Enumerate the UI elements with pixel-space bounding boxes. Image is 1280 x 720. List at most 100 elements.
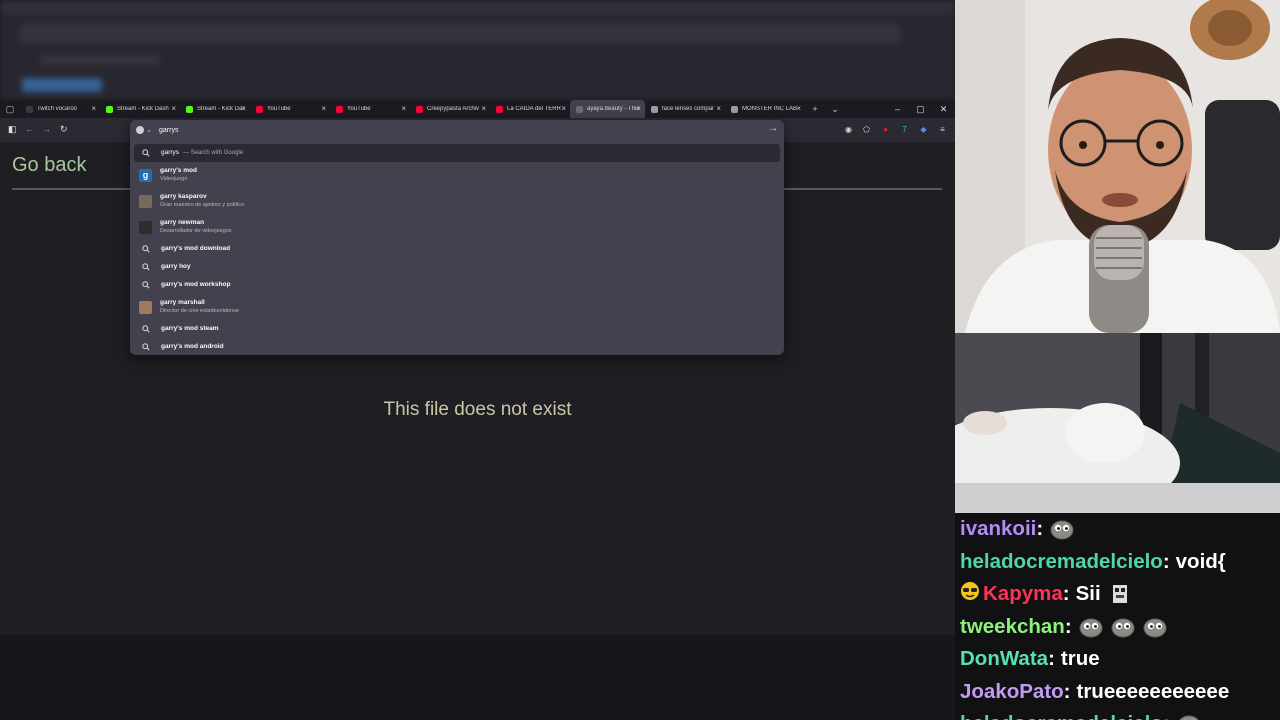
stream-chat: ivankoii: heladocremadelcielo: void{ Kapyma… <box>955 513 1280 720</box>
suggestion-thumbnail <box>139 300 152 314</box>
new-tab-button[interactable]: + <box>805 104 825 114</box>
close-window-button[interactable]: ✕ <box>932 100 955 118</box>
suggestion-item[interactable]: garry's mod workshop <box>134 276 780 294</box>
suggestion-text: garry marshall <box>160 299 205 306</box>
tab-favicon-icon <box>186 105 193 113</box>
chat-username[interactable]: ivankoii <box>960 517 1036 541</box>
puzzle-extension-icon[interactable]: ◆ <box>918 124 929 135</box>
browser-tab[interactable]: face lenses compar × <box>645 100 725 118</box>
suggestion-hint: — Search with Google <box>183 150 244 156</box>
suggestion-item[interactable]: garry newman Desarrollador de videojuegos <box>134 214 780 240</box>
suggestion-item[interactable]: garrys — Search with Google <box>134 144 780 162</box>
search-icon <box>140 147 152 159</box>
suggestion-item[interactable]: g garry's mod Videojuego <box>134 162 780 188</box>
browser-tab[interactable]: YouTube × <box>330 100 410 118</box>
translate-extension-icon[interactable]: 7 <box>899 124 910 135</box>
search-engine-selector[interactable]: ⌄ <box>136 125 154 135</box>
browser-tab[interactable]: La CAÍDA del TERR × <box>490 100 570 118</box>
pixel-emote-icon <box>1107 583 1133 605</box>
tab-title: La CAÍDA del TERR <box>507 106 561 112</box>
browser-tab[interactable]: ayaya.beauty - This × <box>570 100 645 118</box>
browser-tab[interactable]: Twitch vocaroo × <box>20 100 100 118</box>
suggestion-text: garry hoy <box>161 263 191 270</box>
tab-close-icon[interactable]: × <box>481 104 486 114</box>
chat-text: trueeeeeeeeeee <box>1076 679 1230 703</box>
account-icon[interactable]: ◉ <box>843 124 854 135</box>
menu-icon[interactable]: ≡ <box>937 124 948 135</box>
tab-close-icon[interactable]: × <box>91 104 96 114</box>
chat-username[interactable]: heladocremadelcielo <box>960 712 1163 720</box>
streamer-image <box>955 0 1280 333</box>
browser-tab[interactable]: YouTube × <box>250 100 330 118</box>
record-extension-icon[interactable]: ● <box>880 124 891 135</box>
suggestion-item[interactable]: garry's mod android <box>134 338 780 356</box>
suggestion-item[interactable]: garry hoy <box>134 258 780 276</box>
reload-icon[interactable]: ↻ <box>60 124 68 135</box>
background-window-blurred <box>0 0 955 100</box>
browser-tab[interactable]: MONSTER INC LAB × <box>725 100 805 118</box>
browser-tab[interactable]: Stream - Kick Dash × <box>100 100 180 118</box>
tab-overview-icon[interactable]: ▢ <box>0 100 20 118</box>
chat-message: ivankoii: <box>960 513 1280 546</box>
browser-tab[interactable]: Stream - Kick Dash × <box>180 100 250 118</box>
chat-username[interactable]: tweekchan <box>960 615 1065 639</box>
chat-message: tweekchan: <box>960 611 1280 644</box>
tab-close-icon[interactable]: × <box>716 104 721 114</box>
chat-username[interactable]: DonWata <box>960 647 1048 671</box>
go-arrow-icon[interactable]: → <box>768 123 778 134</box>
suggestion-list: garrys — Search with Google g garry's mod Vi… <box>134 144 780 356</box>
search-icon <box>140 243 152 255</box>
suggestion-item[interactable]: garry kasparov Gran maestro de ajedrez y … <box>134 188 780 214</box>
extensions-icon[interactable]: ⬠ <box>861 124 872 135</box>
suggestion-text: garry newman <box>160 219 205 226</box>
tab-favicon-icon <box>106 105 113 113</box>
tab-title: ayaya.beauty - This <box>587 106 639 112</box>
suggestion-item[interactable]: garry's mod steam <box>134 320 780 338</box>
suggestion-subtitle: Gran maestro de ajedrez y político <box>160 202 245 208</box>
forward-arrow-icon[interactable]: → <box>42 124 51 134</box>
chat-separator: : <box>1063 679 1071 703</box>
chat-text: void{ <box>1175 549 1226 573</box>
chat-username[interactable]: heladocremadelcielo <box>960 550 1163 574</box>
suggestion-thumbnail <box>139 220 152 234</box>
chat-message: heladocremadelcielo: <box>960 708 1280 720</box>
tab-close-icon[interactable]: × <box>321 104 326 114</box>
tab-close-icon[interactable]: × <box>561 104 566 114</box>
tab-close-icon[interactable]: × <box>171 104 176 114</box>
suggestion-subtitle: Desarrollador de videojuegos <box>160 228 232 234</box>
tab-close-icon[interactable]: × <box>241 104 246 114</box>
tab-title: Stream - Kick Dash <box>197 106 244 112</box>
tab-favicon-icon <box>336 105 343 113</box>
webcam-streamer <box>955 0 1280 333</box>
maximize-button[interactable]: ▢ <box>909 100 932 118</box>
search-icon <box>140 261 152 273</box>
googly-eyes-emote-icon <box>1049 518 1075 540</box>
tab-favicon-icon <box>651 105 658 113</box>
tab-favicon-icon <box>256 105 263 113</box>
tab-title: Stream - Kick Dash <box>117 106 169 112</box>
back-arrow-icon[interactable]: ← <box>25 124 34 134</box>
tab-favicon-icon <box>576 105 583 113</box>
tab-title: Creepypasta Archiv <box>427 106 480 112</box>
chat-message: Kapyma: Sii <box>960 578 1280 611</box>
tab-list-chevron-icon[interactable]: ⌄ <box>825 104 845 115</box>
url-input[interactable] <box>159 125 749 135</box>
go-back-link[interactable]: Go back <box>12 154 86 177</box>
suggestion-item[interactable]: garry marshall Director de cine estadouni… <box>134 294 780 320</box>
sidebar-toggle-icon[interactable]: ◧ <box>8 124 17 135</box>
tab-close-icon[interactable]: × <box>401 104 406 114</box>
chat-text: true <box>1060 647 1100 671</box>
tab-close-icon[interactable]: × <box>636 104 641 114</box>
suggestion-text: garry's mod download <box>161 245 231 252</box>
chat-separator: : <box>1062 582 1070 606</box>
browser-tab[interactable]: Creepypasta Archiv × <box>410 100 490 118</box>
tab-title: face lenses compar <box>662 106 715 112</box>
minimize-button[interactable]: – <box>886 100 909 118</box>
chat-message: JoakoPato: trueeeeeeeeeee <box>960 676 1280 709</box>
chat-text: Sii <box>1075 582 1101 606</box>
chat-username[interactable]: Kapyma <box>983 582 1063 606</box>
chat-username[interactable]: JoakoPato <box>960 680 1064 704</box>
webcam-pet <box>955 333 1280 513</box>
suggestion-item[interactable]: garry's mod download <box>134 240 780 258</box>
tab-close-icon[interactable]: × <box>796 104 801 114</box>
